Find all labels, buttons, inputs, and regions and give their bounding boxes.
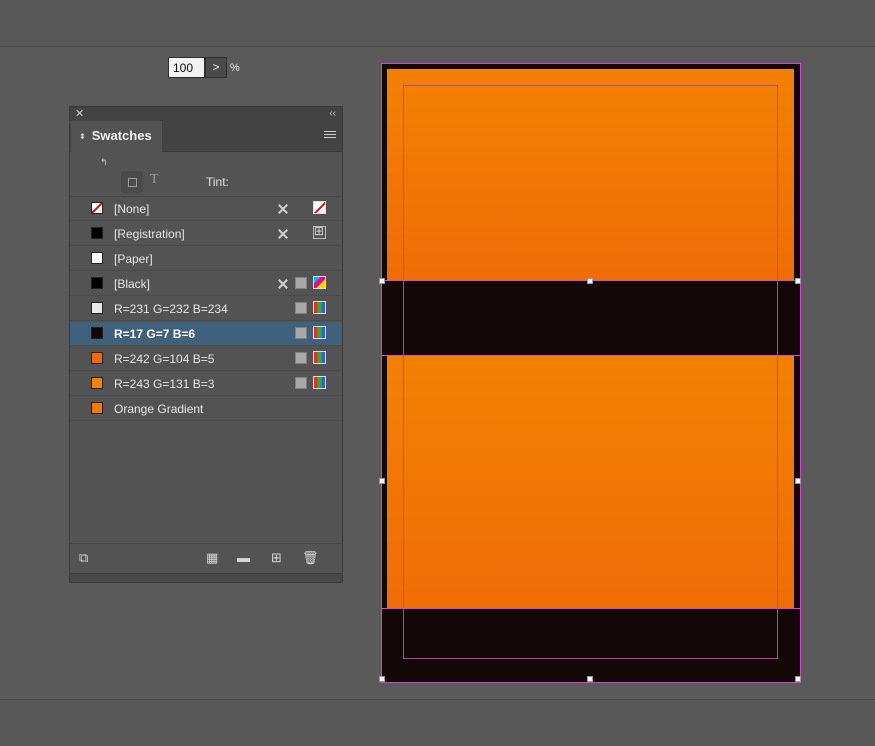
selection-handle[interactable] [795, 478, 801, 484]
swatch-row[interactable]: R=242 G=104 B=5 [70, 347, 342, 371]
panel-resize-grip[interactable] [70, 573, 342, 582]
collapse-icon[interactable]: ‹‹ [329, 107, 336, 121]
process-color-icon [295, 352, 307, 364]
no-edit-icon [275, 277, 289, 291]
process-color-icon [295, 277, 307, 289]
swatch-label: [None] [114, 202, 150, 216]
rgb-mode-icon [313, 376, 326, 389]
selection-handle[interactable] [587, 278, 593, 284]
selection-edge [382, 355, 800, 356]
swatch-label: [Black] [114, 277, 151, 291]
swatches-panel: ✕ ‹‹ ⬍ Swatches ↰ T Tint: [None] [Registra… [69, 106, 343, 583]
swatch-chip [91, 277, 103, 289]
tab-expand-icon[interactable]: ⬍ [79, 132, 86, 141]
tab-label: Swatches [91, 128, 152, 143]
swatch-row[interactable]: [Black] [70, 272, 342, 296]
tint-input[interactable] [168, 57, 205, 78]
swatch-row[interactable]: [None] [70, 197, 342, 221]
selection-handle[interactable] [379, 478, 385, 484]
process-color-icon [295, 302, 307, 314]
swatch-view-icon[interactable]: ▦ [206, 551, 218, 565]
selection-handle[interactable] [587, 676, 593, 682]
swatch-row[interactable]: R=17 G=7 B=6 [70, 322, 342, 346]
swatch-row[interactable]: R=243 G=131 B=3 [70, 372, 342, 396]
cmyk-mode-icon [313, 276, 326, 289]
selection-edge [382, 608, 800, 609]
tint-unit: % [230, 62, 240, 74]
swatch-label: Orange Gradient [114, 402, 204, 416]
swatch-label: R=17 G=7 B=6 [114, 327, 196, 341]
no-edit-icon [275, 202, 289, 216]
rgb-mode-icon [313, 326, 326, 339]
panel-footer: ⧉ ▦ ▬ ⊞ 🗑 [70, 543, 342, 574]
swatch-chip [91, 327, 103, 339]
swatch-chip [91, 377, 103, 389]
show-all-swatches-icon[interactable]: ⧉ [79, 551, 88, 565]
swap-fill-stroke-icon[interactable]: ↰ [100, 157, 108, 168]
application-bar [0, 0, 875, 47]
swatch-chip [91, 227, 103, 239]
swatch-label: R=231 G=232 B=234 [114, 302, 228, 316]
trash-icon[interactable]: 🗑 [302, 551, 319, 565]
panel-menu-icon[interactable] [324, 131, 336, 140]
process-color-icon [295, 377, 307, 389]
formatting-container-icon[interactable] [121, 171, 143, 193]
swatch-label: [Paper] [114, 252, 153, 266]
close-icon[interactable]: ✕ [75, 107, 84, 121]
new-swatch-icon[interactable]: ⊞ [271, 551, 282, 565]
formatting-text-icon[interactable]: T [150, 172, 159, 188]
rgb-mode-icon [313, 351, 326, 364]
tint-label: Tint: [206, 175, 229, 189]
tint-stepper-button[interactable]: > [205, 57, 227, 78]
swatch-row[interactable]: [Registration] [70, 222, 342, 246]
swatch-label: R=243 G=131 B=3 [114, 377, 215, 391]
swatch-chip [91, 202, 103, 214]
process-color-icon [295, 327, 307, 339]
registration-icon [313, 224, 326, 239]
page-boundary [381, 63, 801, 683]
rgb-mode-icon [313, 301, 326, 314]
panel-tab-row: ⬍ Swatches [70, 121, 342, 152]
status-bar [0, 699, 875, 746]
swatch-row[interactable]: R=231 G=232 B=234 [70, 297, 342, 321]
swatch-chip [91, 352, 103, 364]
tab-swatches[interactable]: ⬍ Swatches [71, 121, 162, 152]
swatch-chip [91, 302, 103, 314]
selection-handle[interactable] [795, 278, 801, 284]
none-swatch-icon [313, 201, 326, 214]
swatch-row[interactable]: [Paper] [70, 247, 342, 271]
swatch-label: [Registration] [114, 227, 185, 241]
selection-handle[interactable] [379, 676, 385, 682]
swatch-chip [91, 252, 103, 264]
swatch-row[interactable]: Orange Gradient [70, 397, 342, 421]
panel-titlebar[interactable]: ✕ ‹‹ [70, 107, 342, 121]
no-edit-icon [275, 227, 289, 241]
swatch-controls: ↰ T Tint: [70, 152, 342, 197]
selection-handle[interactable] [795, 676, 801, 682]
swatch-label: R=242 G=104 B=5 [114, 352, 215, 366]
document-page[interactable] [379, 63, 801, 683]
folder-icon[interactable]: ▬ [237, 551, 250, 565]
swatch-chip [91, 402, 103, 414]
selection-handle[interactable] [379, 278, 385, 284]
